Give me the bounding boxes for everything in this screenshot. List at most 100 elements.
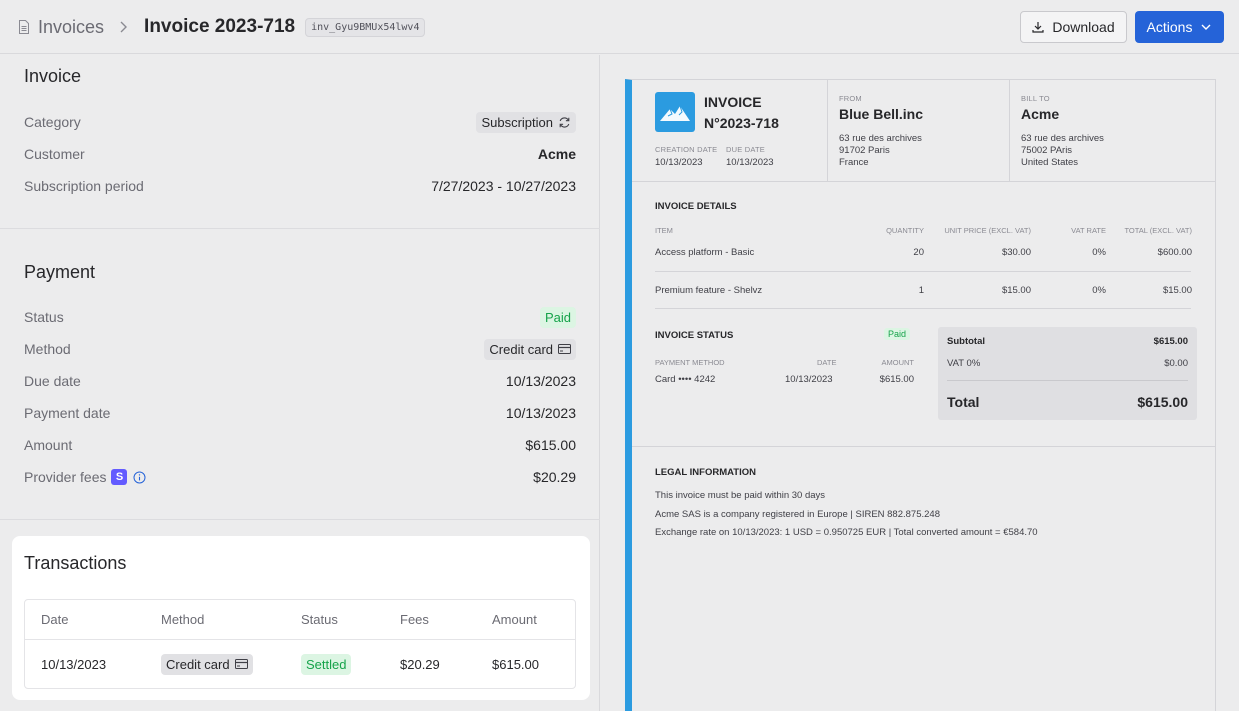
legal-line: This invoice must be paid within 30 days [655, 490, 826, 501]
tx-method-pill: Credit card [161, 653, 253, 675]
download-button[interactable]: Download [1020, 11, 1127, 43]
total-value: $615.00 [1137, 394, 1188, 410]
column-header: UNIT PRICE (EXCL. VAT) [944, 226, 1031, 235]
invoice-status-title: INVOICE STATUS [655, 330, 734, 341]
tx-date: 10/13/2023 [41, 656, 107, 672]
item-vat-rate: 0% [1092, 247, 1106, 258]
download-button-label: Download [1052, 19, 1115, 35]
column-header: Status [301, 612, 338, 627]
preview-status-badge: Paid [884, 328, 911, 340]
method-pill: Credit card [484, 338, 576, 360]
from-company-name: Blue Bell.inc [839, 106, 924, 122]
status-label: Status [24, 309, 64, 325]
totals-divider [947, 380, 1188, 381]
payment-date-label: Payment date [24, 405, 111, 421]
provider-fees-value: $20.29 [533, 469, 576, 485]
total-label: Total [947, 394, 980, 410]
totals-box: Subtotal $615.00 VAT 0% $0.00 Total $615… [938, 327, 1197, 420]
tx-status-badge: Settled [301, 653, 352, 675]
amount-row: Amount $615.00 [24, 433, 576, 457]
breadcrumb-invoices-link[interactable]: Invoices [38, 17, 104, 38]
legal-info-title: LEGAL INFORMATION [655, 467, 756, 478]
transactions-title: Transactions [24, 553, 127, 573]
section-divider [0, 228, 600, 229]
company-logo [655, 92, 695, 132]
preview-title-line1: INVOICE [704, 94, 762, 110]
customer-label: Customer [24, 146, 85, 162]
row-divider [655, 271, 1191, 272]
creation-date-value: 10/13/2023 [655, 157, 703, 168]
method-label: Method [24, 341, 71, 357]
invoice-id-badge[interactable]: inv_Gyu9BMUx54lwv4 [305, 17, 426, 37]
preview-invoice-title: INVOICE N°2023-718 [704, 92, 779, 134]
preview-title-line2: N°2023-718 [704, 115, 779, 131]
preview-due-date-value: 10/13/2023 [726, 157, 774, 168]
column-header: Method [161, 612, 205, 627]
tx-amount: $615.00 [492, 656, 539, 672]
from-address-line: 91702 Paris [839, 145, 890, 156]
mountain-logo-icon [660, 105, 690, 121]
subtotal-label: Subtotal [947, 336, 985, 347]
transactions-table: Date Method Status Fees Amount 10/13/202… [24, 599, 576, 689]
row-divider [655, 308, 1191, 309]
document-icon [19, 20, 29, 34]
column-header: Date [41, 612, 69, 627]
status-badge: Paid [539, 306, 576, 328]
tx-method-value: Credit card [166, 656, 230, 672]
customer-row: Customer Acme [24, 142, 576, 166]
bill-to-address-line: 75002 PAris [1021, 145, 1073, 156]
stripe-logo-icon: S [111, 469, 128, 485]
column-header: Amount [492, 612, 537, 627]
chevron-down-icon [1201, 24, 1211, 30]
table-row[interactable]: 10/13/2023 Credit card Settled $20.29 $6… [25, 640, 575, 688]
actions-button[interactable]: Actions [1135, 11, 1224, 43]
breadcrumb: Invoices Invoice 2023-718 inv_Gyu9BMUx54… [18, 15, 426, 39]
column-header: PAYMENT METHOD [655, 358, 725, 367]
preview-section-divider [632, 446, 1215, 447]
download-icon [1032, 22, 1044, 33]
period-label: Subscription period [24, 178, 144, 194]
subtotal-value: $615.00 [1153, 336, 1188, 347]
payment-date-row: Payment date 10/13/2023 [24, 401, 576, 425]
header-divider [1009, 80, 1010, 182]
from-address-line: 63 rue des archives [839, 133, 922, 144]
top-bar: Invoices Invoice 2023-718 inv_Gyu9BMUx54… [0, 0, 1239, 54]
bill-to-address: 63 rue des archives 75002 PAris United S… [1021, 133, 1104, 169]
category-row: Category Subscription [24, 110, 576, 134]
item-name: Access platform - Basic [655, 247, 755, 258]
due-date-row: Due date 10/13/2023 [24, 369, 576, 393]
total-row: Total $615.00 [947, 394, 1188, 410]
due-date-label: Due date [24, 373, 81, 389]
due-date-value: 10/13/2023 [505, 373, 576, 389]
from-address: 63 rue des archives 91702 Paris France [839, 133, 922, 169]
page-title: Invoice 2023-718 [144, 16, 296, 37]
credit-card-icon [558, 344, 571, 354]
invoice-preview: INVOICE N°2023-718 CREATION DATE 10/13/2… [625, 79, 1216, 711]
column-header: ITEM [655, 226, 673, 235]
tx-method: Credit card [161, 640, 253, 688]
customer-link[interactable]: Acme [538, 146, 576, 162]
subtotal-row: Subtotal $615.00 [947, 336, 1188, 347]
amount-label: Amount [24, 437, 73, 453]
item-vat-rate: 0% [1092, 285, 1106, 296]
category-value: Subscription [481, 114, 553, 130]
preview-due-date-label: DUE DATE [726, 145, 765, 154]
column-header: Fees [400, 612, 429, 627]
legal-line: Acme SAS is a company registered in Euro… [655, 509, 940, 520]
category-label: Category [24, 114, 81, 130]
column-header: QUANTITY [886, 226, 924, 235]
provider-fees-label-group: Provider fees S [24, 469, 146, 485]
from-address-line: France [839, 157, 869, 168]
status-row: Status Paid [24, 305, 576, 329]
item-qty: 1 [918, 285, 924, 296]
provider-fees-label: Provider fees [24, 469, 107, 485]
invoice-details-title: INVOICE DETAILS [655, 201, 737, 212]
column-header: TOTAL (EXCL. VAT) [1124, 226, 1192, 235]
actions-button-label: Actions [1146, 19, 1193, 35]
amount-value: $615.00 [525, 437, 576, 453]
table-header: Date Method Status Fees Amount [25, 600, 575, 640]
column-header: DATE [817, 358, 837, 367]
info-icon[interactable] [133, 471, 146, 484]
item-unit-price: $30.00 [1001, 247, 1031, 258]
bill-to-address-line: 63 rue des archives [1021, 133, 1104, 144]
